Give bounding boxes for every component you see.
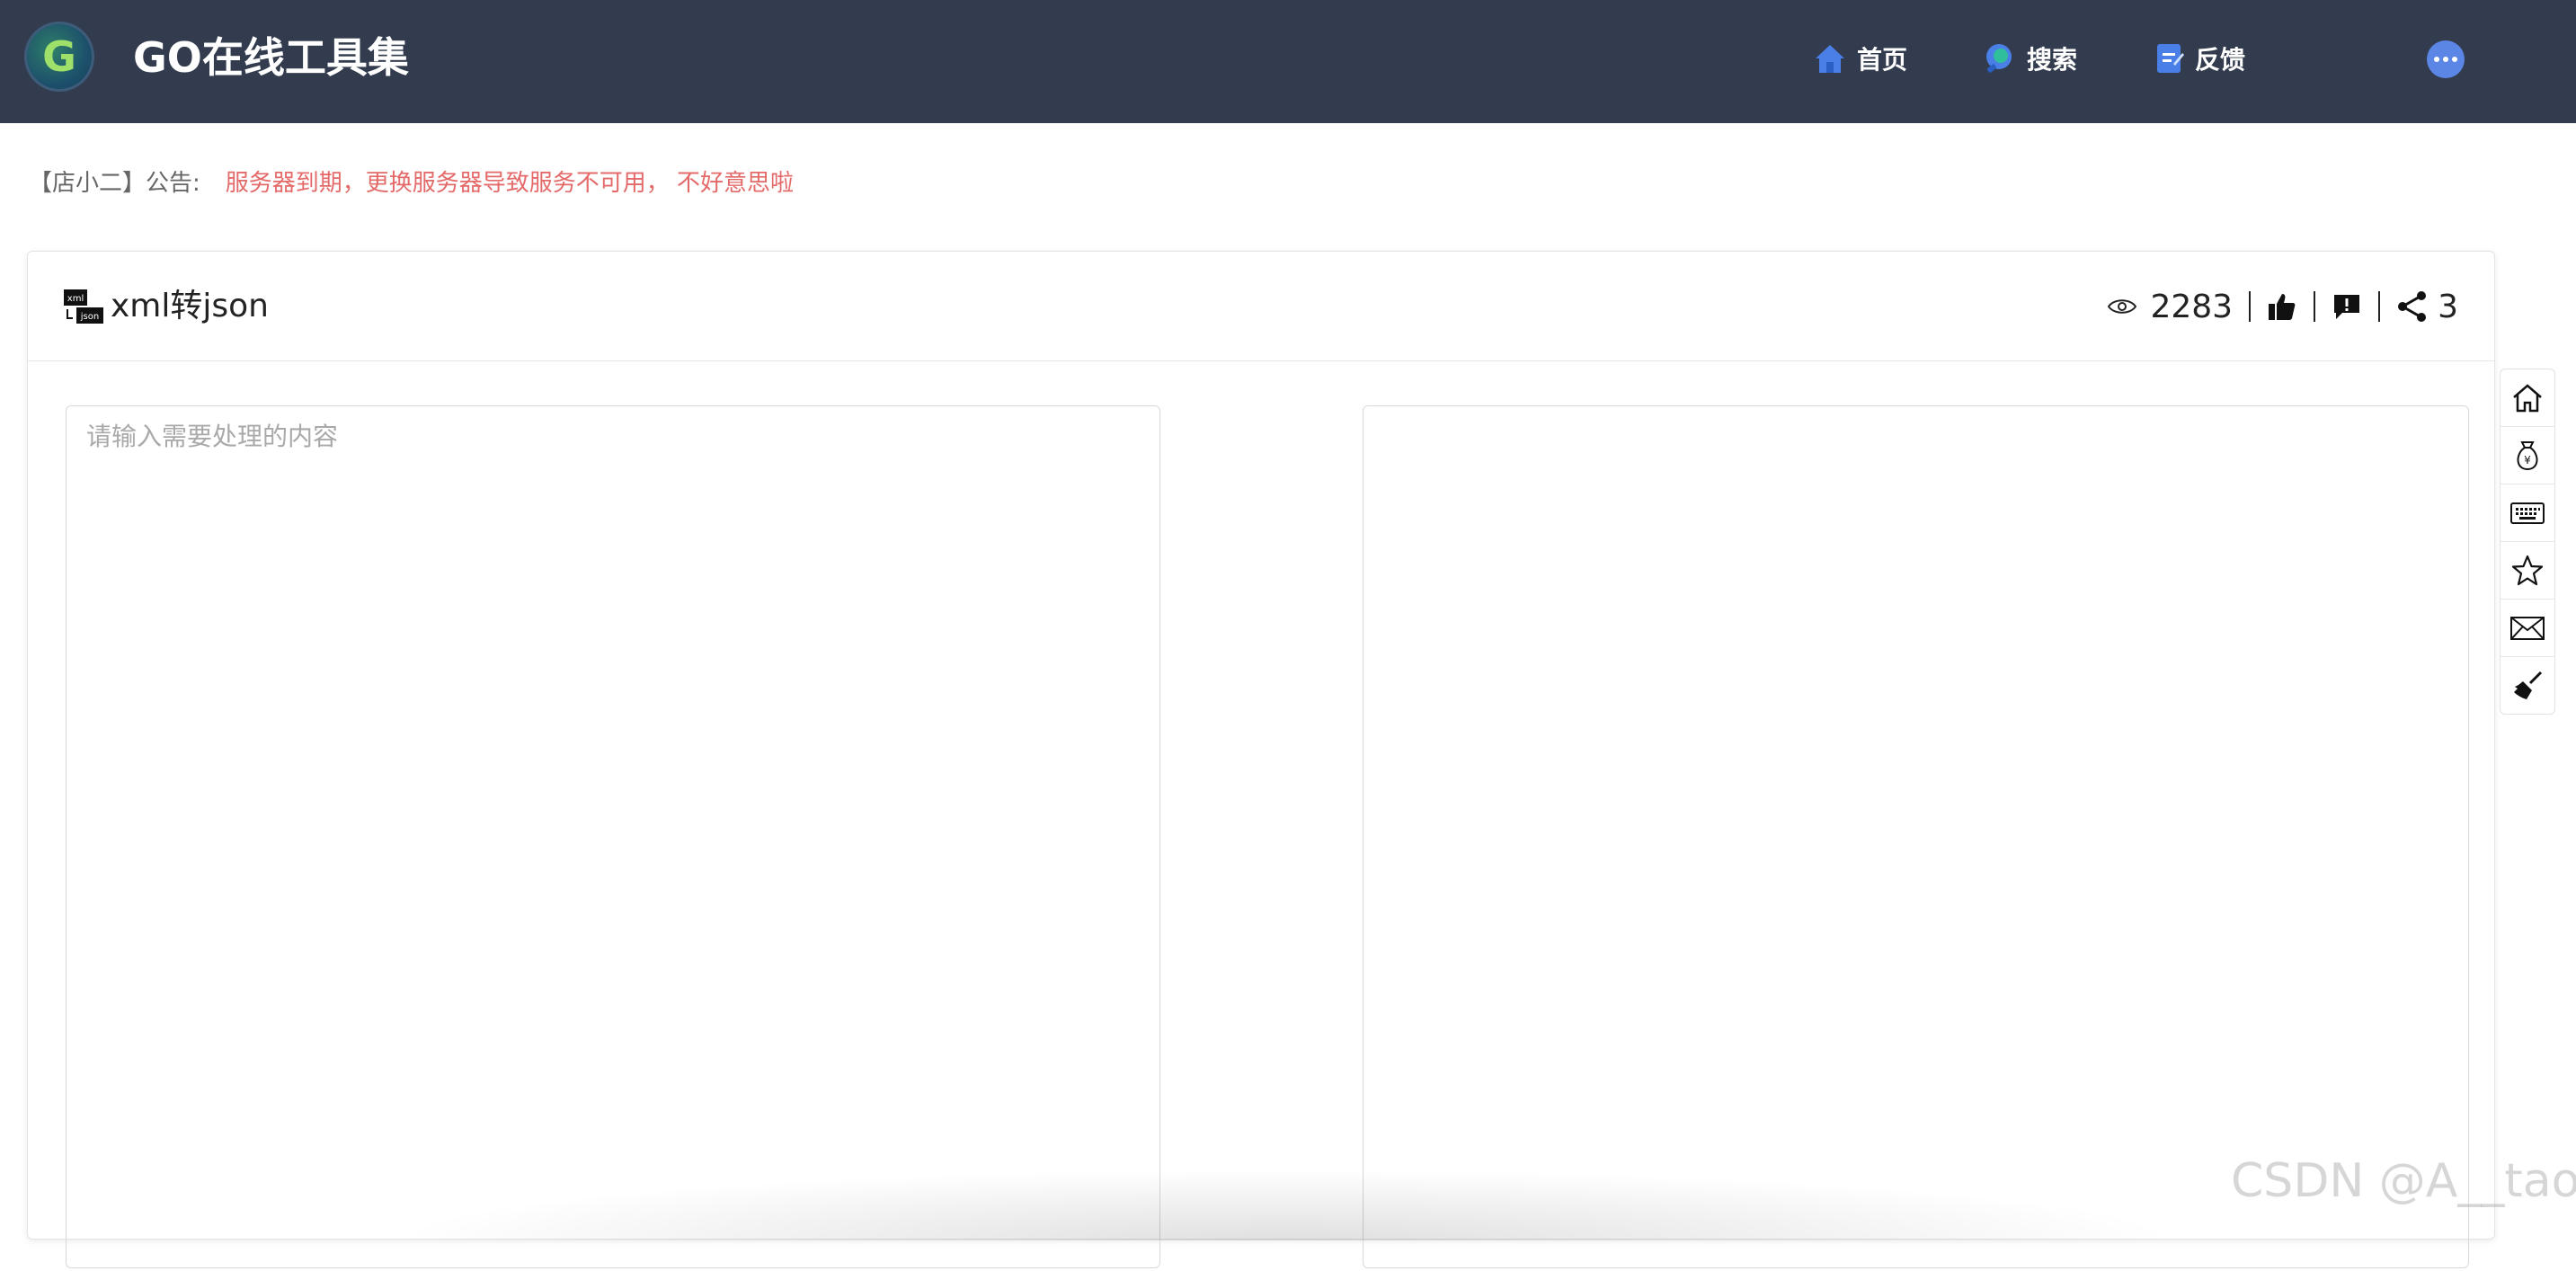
more-icon-dot <box>2443 57 2448 62</box>
eye-icon <box>2108 299 2137 314</box>
logo-letter: G <box>42 32 76 81</box>
svg-text:json: json <box>80 312 99 322</box>
side-favorite-button[interactable] <box>2500 542 2554 600</box>
more-icon <box>2434 57 2439 62</box>
announcement-label: 【店小二】公告: <box>29 170 200 197</box>
nav-home[interactable]: 首页 <box>1812 36 1907 81</box>
side-mail-button[interactable] <box>2500 600 2554 657</box>
feedback-icon <box>2157 44 2184 73</box>
bottom-shadow <box>386 1169 2184 1240</box>
divider <box>2314 291 2316 322</box>
announcement: 【店小二】公告: 服务器到期，更换服务器导致服务不可用， 不好意思啦 <box>29 165 794 201</box>
home-icon <box>1816 45 1844 73</box>
mail-icon <box>2510 616 2545 640</box>
json-output[interactable] <box>1363 405 2469 1268</box>
input-panel <box>66 405 1160 1268</box>
tool-title: xml转json <box>111 288 269 324</box>
watermark: CSDN @A__tao <box>2231 1154 2576 1208</box>
divider <box>2249 291 2252 322</box>
svg-text:¥: ¥ <box>2524 454 2531 467</box>
money-bag-icon: ¥ <box>2517 440 2538 470</box>
nav-home-label: 首页 <box>1857 45 1908 75</box>
more-icon-dot <box>2452 57 2457 62</box>
tool-stats: 2283 3 <box>2107 286 2458 327</box>
top-navbar: G GO在线工具集 首页 搜索 反馈 <box>0 0 2576 123</box>
view-count: 2283 <box>2150 288 2234 325</box>
side-donate-button[interactable]: ¥ <box>2500 427 2554 484</box>
side-toolbar: ¥ <box>2500 369 2555 715</box>
side-keyboard-button[interactable] <box>2500 484 2554 542</box>
keyboard-icon <box>2510 502 2545 524</box>
search-icon <box>1986 44 2012 73</box>
nav-search[interactable]: 搜索 <box>1982 36 2077 81</box>
share-count: 3 <box>2438 288 2458 325</box>
side-home-button[interactable] <box>2500 369 2554 427</box>
tool-card-header: xml json xml转json 2283 3 <box>28 252 2494 361</box>
report-icon[interactable] <box>2332 291 2362 322</box>
side-clear-button[interactable] <box>2500 657 2554 714</box>
site-title[interactable]: GO在线工具集 <box>133 29 409 86</box>
nav-search-label: 搜索 <box>2027 45 2078 75</box>
announcement-text: 服务器到期，更换服务器导致服务不可用， 不好意思啦 <box>225 170 795 197</box>
thumbs-up-icon[interactable] <box>2267 291 2297 322</box>
more-button[interactable] <box>2427 40 2465 78</box>
home-icon <box>2513 383 2542 412</box>
nav-feedback[interactable]: 反馈 <box>2154 36 2245 81</box>
xml-input[interactable] <box>67 406 1159 1267</box>
svg-text:xml: xml <box>67 294 84 304</box>
broom-icon <box>2514 671 2543 699</box>
star-icon <box>2511 555 2544 585</box>
xml-json-icon: xml json <box>64 289 103 324</box>
share-icon[interactable] <box>2396 290 2429 323</box>
nav-feedback-label: 反馈 <box>2195 45 2246 75</box>
site-logo[interactable]: G <box>24 22 94 92</box>
tool-card: xml json xml转json 2283 3 请输入需要处理的内容 <box>27 251 2495 1268</box>
divider <box>2378 291 2381 322</box>
